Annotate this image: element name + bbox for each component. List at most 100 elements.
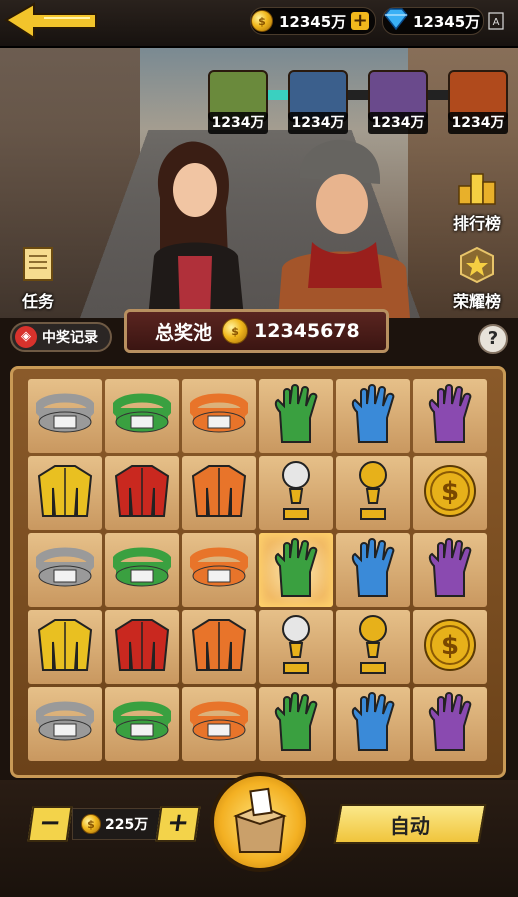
silver-trophy-icon (276, 459, 316, 527)
prize-cell (105, 379, 179, 453)
auto-label: 自动 (390, 813, 430, 838)
red-jacket-icon (112, 616, 172, 678)
ranking-button[interactable]: 排行榜 (447, 170, 507, 234)
ranking-label: 排行榜 (452, 214, 501, 233)
svg-text:$: $ (441, 631, 459, 661)
prize-cell (413, 379, 487, 453)
draw-box-button[interactable] (210, 772, 310, 872)
prize-cell (259, 687, 333, 761)
prize-board: $ $ (10, 366, 506, 778)
scroll-icon (8, 246, 68, 288)
prize-cell: $ (413, 456, 487, 530)
chest-label: 1234万 (208, 112, 268, 134)
chest-label: 1234万 (448, 112, 508, 134)
decrease-bet-button[interactable]: − (27, 806, 73, 842)
yellow-jacket-icon (35, 462, 95, 524)
prize-cell (182, 533, 256, 607)
prize-pool-label: 总奖池 (155, 321, 213, 344)
chest-label: 1234万 (368, 112, 428, 134)
diamond-icon (383, 8, 409, 34)
fullscreen-icon[interactable]: A (486, 12, 506, 34)
prize-cell (336, 610, 410, 684)
gray-belt-icon (34, 700, 96, 748)
chest-label: 1234万 (288, 112, 348, 134)
increase-bet-button[interactable]: + (155, 806, 201, 842)
prize-cell (336, 533, 410, 607)
gold-trophy-icon (353, 613, 393, 681)
prize-cell (105, 687, 179, 761)
purple-glove-icon (424, 692, 476, 756)
task-button[interactable]: 任务 (8, 246, 68, 312)
green-belt-icon (111, 392, 173, 440)
auto-button[interactable]: 自动 (333, 804, 487, 844)
record-icon: ◈ (15, 326, 37, 348)
gray-belt-icon (34, 392, 96, 440)
svg-text:A: A (493, 17, 500, 28)
help-button[interactable]: ? (478, 324, 508, 354)
purple-glove-icon (424, 384, 476, 448)
purple-glove-icon (424, 538, 476, 602)
coin-icon: $ (222, 318, 249, 344)
diamond-balance: 12345万 (382, 7, 484, 35)
coin-icon: $ (81, 814, 101, 834)
prize-cell (259, 379, 333, 453)
orange-jacket-icon (189, 616, 249, 678)
female-character (140, 138, 250, 318)
ballot-box-icon (233, 787, 287, 853)
prize-cell (259, 610, 333, 684)
back-arrow-icon[interactable] (4, 2, 100, 42)
prize-cell (28, 379, 102, 453)
orange-belt-icon (188, 546, 250, 594)
green-belt-icon (111, 700, 173, 748)
svg-text:$: $ (441, 477, 459, 507)
prize-cell (259, 533, 333, 607)
blue-glove-icon (347, 384, 399, 448)
prize-cell (182, 687, 256, 761)
green-glove-icon (270, 384, 322, 448)
bet-amount: $ 225万 (72, 808, 164, 840)
gray-belt-icon (34, 546, 96, 594)
win-record-button[interactable]: ◈ 中奖记录 (10, 322, 112, 352)
coin-balance: $ 12345万 + (250, 7, 376, 35)
prize-cell (413, 687, 487, 761)
honor-button[interactable]: 荣耀榜 (447, 246, 507, 312)
prize-cell (182, 456, 256, 530)
orange-belt-icon (188, 392, 250, 440)
silver-trophy-icon (276, 613, 316, 681)
blue-glove-icon (347, 538, 399, 602)
prize-cell (336, 456, 410, 530)
prize-cell (259, 456, 333, 530)
star-badge-icon (447, 246, 507, 288)
top-bar: $ 12345万 + 12345万 A (0, 0, 518, 48)
green-belt-icon (111, 546, 173, 594)
green-glove-icon (270, 692, 322, 756)
prize-cell (28, 610, 102, 684)
coin-balance-value: 12345万 (279, 12, 347, 31)
prize-cell (182, 379, 256, 453)
gold-coin-icon: $ (423, 464, 477, 522)
coin-icon: $ (251, 10, 273, 32)
prize-pool-value: 12345678 (254, 320, 360, 342)
task-label: 任务 (21, 292, 54, 311)
prize-grid: $ $ (28, 379, 487, 761)
bet-amount-value: 225万 (105, 817, 149, 833)
honor-label: 荣耀榜 (452, 292, 501, 311)
prize-cell (105, 456, 179, 530)
prize-cell (28, 533, 102, 607)
add-coins-button[interactable]: + (351, 12, 370, 30)
orange-belt-icon (188, 700, 250, 748)
street-scene: 1234万 1234万 1234万 1234万 任务 排行榜 荣耀榜 (0, 48, 518, 318)
gold-trophy-icon (353, 459, 393, 527)
green-glove-icon (270, 538, 322, 602)
prize-cell (182, 610, 256, 684)
podium-icon (447, 170, 507, 210)
prize-cell (28, 687, 102, 761)
red-jacket-icon (112, 462, 172, 524)
prize-cell (105, 533, 179, 607)
prize-cell (336, 379, 410, 453)
prize-cell (413, 533, 487, 607)
win-record-label: 中奖记录 (42, 330, 98, 346)
orange-jacket-icon (189, 462, 249, 524)
diamond-balance-value: 12345万 (413, 12, 481, 31)
blue-glove-icon (347, 692, 399, 756)
